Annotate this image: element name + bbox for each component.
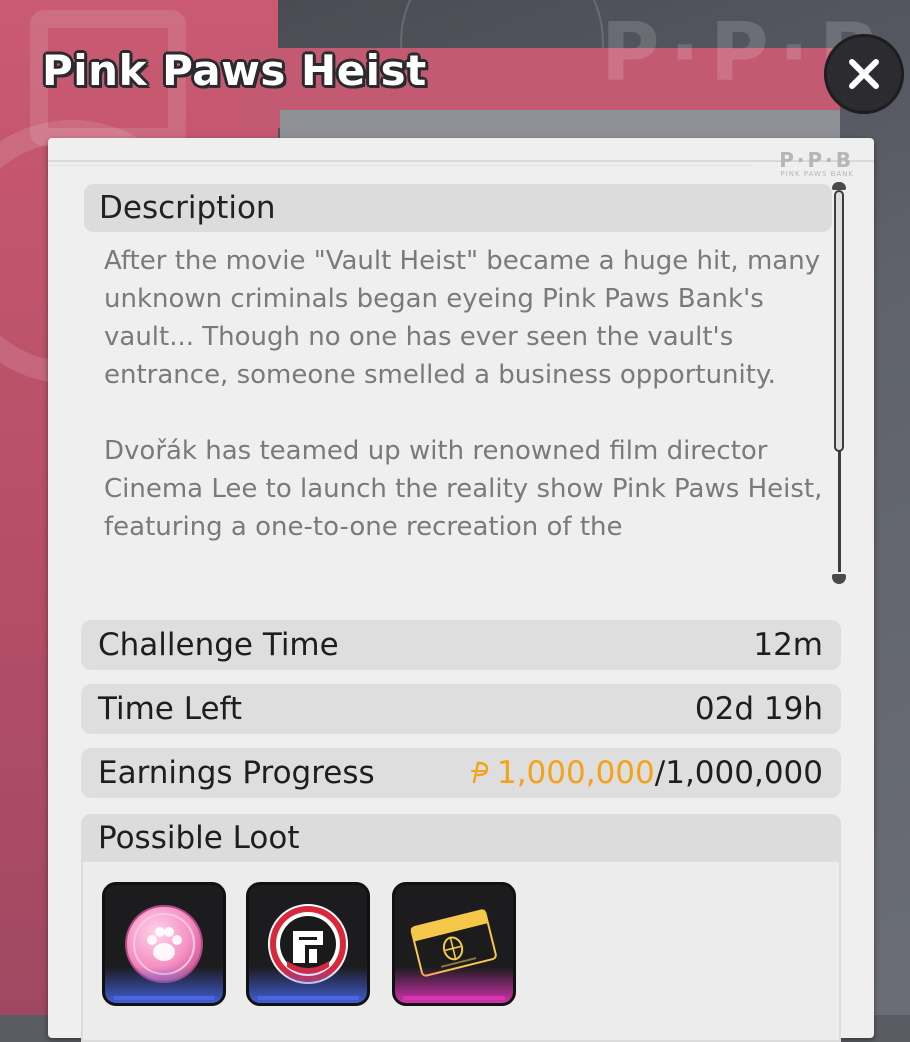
panel-divider-thin [48,165,754,166]
earnings-separator: / [654,755,666,791]
earnings-total: 1,000,000 [665,755,823,791]
challenge-time-value: 12m [753,627,823,663]
time-left-label: Time Left [98,691,243,727]
page-title: Pink Paws Heist [42,46,427,95]
event-info-panel: P·P·B PINK PAWS BANK Description After t… [48,138,874,1042]
loot-item-ppb-card[interactable] [392,882,516,1006]
close-button[interactable] [824,34,904,114]
panel-logo: P·P·B PINK PAWS BANK [779,150,854,179]
possible-loot-header: Possible Loot [81,814,841,862]
earnings-progress-label: Earnings Progress [98,755,375,791]
earnings-current: 1,000,000 [496,755,655,791]
loot-rarity-bar [113,996,215,1000]
scrollbar-cap-top [832,182,846,190]
panel-logo-caption: PINK PAWS BANK [780,170,854,178]
time-left-value: 02d 19h [694,691,823,727]
possible-loot-label: Possible Loot [98,820,300,856]
loot-item-ppb-badge[interactable] [246,882,370,1006]
close-icon [849,59,879,89]
scrollbar-thumb[interactable] [834,190,844,452]
loot-item-pink-paw-coin[interactable] [102,882,226,1006]
dennies-coin-icon [470,761,489,784]
description-header-label: Description [99,190,276,226]
loot-rarity-bar [257,996,359,1000]
description-scrollbar[interactable] [832,182,846,584]
challenge-time-label: Challenge Time [98,627,339,663]
challenge-time-row: Challenge Time 12m [81,620,841,670]
time-left-row: Time Left 02d 19h [81,684,841,734]
earnings-progress-value: 1,000,000/1,000,000 [465,748,823,798]
panel-divider [48,160,874,162]
description-header: Description [84,184,832,232]
description-text: After the movie "Vault Heist" became a h… [104,246,823,542]
loot-rarity-bar [403,996,505,1000]
earnings-progress-row: Earnings Progress 1,000,000/1,000,000 [81,748,841,798]
panel-logo-mark: P·P·B [779,148,854,172]
description-fade [104,558,834,592]
scrollbar-cap-bottom [832,574,846,584]
